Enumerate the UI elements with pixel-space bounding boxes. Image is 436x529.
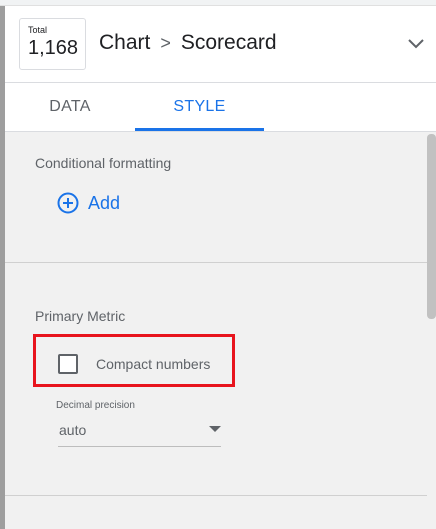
dropdown-arrow-icon [209, 426, 221, 432]
chart-icon-value: 1,168 [28, 37, 79, 59]
compact-numbers-checkbox[interactable] [58, 354, 78, 374]
compact-numbers-label: Compact numbers [96, 356, 211, 372]
decimal-precision-label: Decimal precision [56, 400, 135, 411]
breadcrumb-current: Scorecard [180, 31, 277, 54]
add-condition-button[interactable]: Add [57, 192, 120, 214]
breadcrumb-parent: Chart [99, 31, 151, 54]
primary-metric-title: Primary Metric [35, 308, 126, 324]
section-divider [5, 262, 427, 263]
scrollbar[interactable] [427, 134, 436, 319]
active-tab-indicator [135, 128, 264, 131]
tab-style[interactable]: STYLE [135, 83, 264, 132]
chart-type-icon[interactable]: Total 1,168 [19, 18, 86, 70]
tab-data[interactable]: DATA [5, 83, 135, 132]
breadcrumb-separator: > [160, 32, 171, 53]
chart-icon-label: Total [28, 25, 48, 35]
decimal-precision-select[interactable]: auto [58, 415, 221, 447]
add-label: Add [88, 192, 121, 213]
tab-bar: DATA STYLE [5, 83, 436, 132]
chevron-down-icon[interactable] [406, 34, 426, 54]
properties-header: Total 1,168 Chart > Scorecard [5, 6, 436, 83]
section-divider [5, 495, 427, 496]
compact-numbers-row[interactable]: Compact numbers [58, 354, 210, 374]
breadcrumb: Chart > Scorecard [99, 31, 277, 55]
conditional-formatting-title: Conditional formatting [35, 155, 172, 171]
add-circle-icon [57, 192, 79, 214]
decimal-precision-value: auto [59, 422, 87, 438]
style-panel: Conditional formatting Add Primary Metri… [5, 132, 436, 529]
